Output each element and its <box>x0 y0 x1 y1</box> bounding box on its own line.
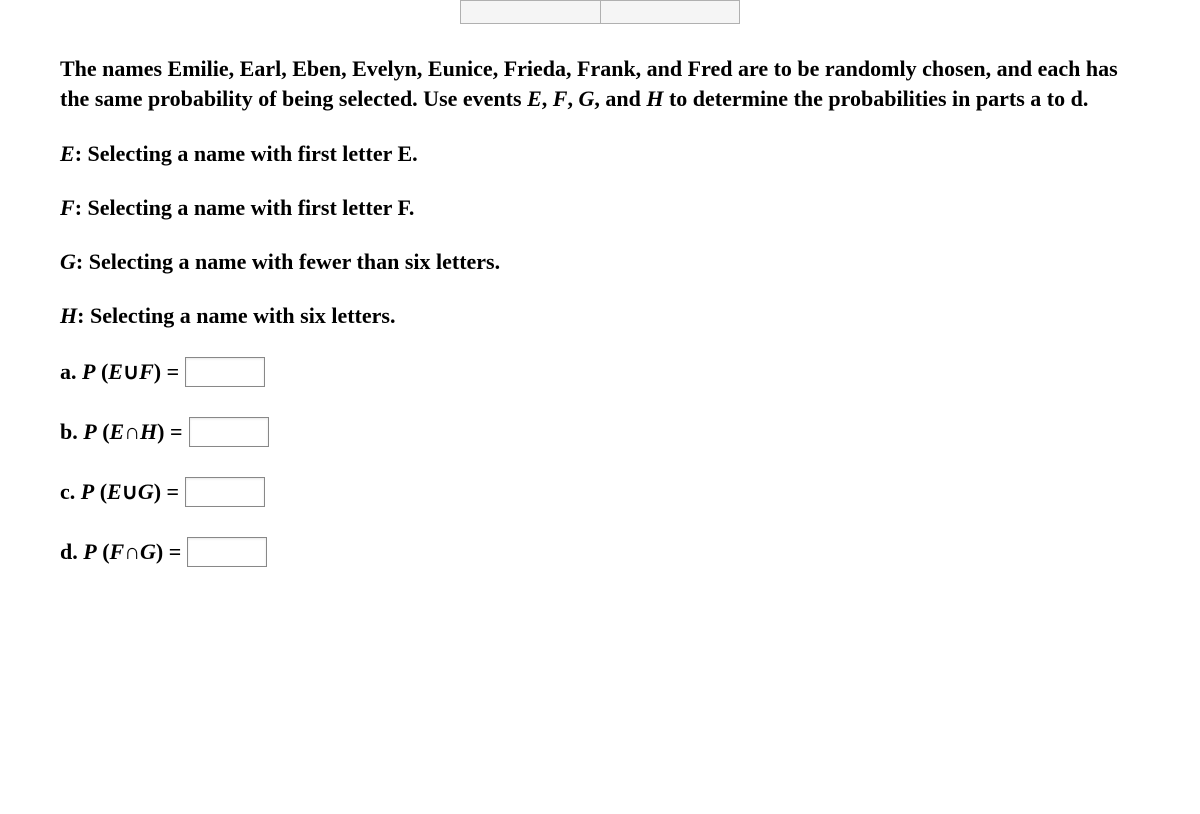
var-E: E <box>527 86 542 111</box>
q-b-prefix: b. <box>60 419 83 444</box>
q-d-v2: G <box>140 539 156 564</box>
q-b-v2: H <box>140 419 157 444</box>
event-G-desc: Selecting a name with fewer than six let… <box>89 249 500 274</box>
event-H-desc: Selecting a name with six letters. <box>90 303 396 328</box>
var-H: H <box>646 86 663 111</box>
q-c-op: ∪ <box>122 479 138 504</box>
question-c-label: c. P (E∪G) = <box>60 479 179 505</box>
q-d-op: ∩ <box>124 539 140 564</box>
event-E-label: E <box>60 141 75 166</box>
problem-intro-2: to determine the probabilities in parts … <box>663 86 1088 111</box>
event-H-label: H <box>60 303 77 328</box>
q-d-open: ( <box>97 539 110 564</box>
question-b-label: b. P (E∩H) = <box>60 419 183 445</box>
sep1: , <box>542 86 553 111</box>
q-d-prefix: d. <box>60 539 83 564</box>
top-input-right[interactable] <box>600 0 740 24</box>
top-input-row <box>0 0 1200 24</box>
q-a-v1: E <box>108 359 123 384</box>
q-b-v1: E <box>110 419 125 444</box>
q-d-P: P <box>83 539 96 564</box>
var-G: G <box>578 86 594 111</box>
q-c-v1: E <box>107 479 122 504</box>
q-c-v2: G <box>138 479 154 504</box>
event-F-colon: : <box>75 195 88 220</box>
event-H-colon: : <box>77 303 90 328</box>
q-b-op: ∩ <box>124 419 140 444</box>
event-F: F: Selecting a name with first letter F. <box>60 195 1140 221</box>
var-F: F <box>553 86 568 111</box>
event-E-colon: : <box>75 141 88 166</box>
event-H: H: Selecting a name with six letters. <box>60 303 1140 329</box>
answer-input-a[interactable] <box>185 357 265 387</box>
q-c-prefix: c. <box>60 479 81 504</box>
question-b: b. P (E∩H) = <box>60 417 1140 447</box>
event-G-label: G <box>60 249 76 274</box>
q-c-close: ) = <box>154 479 179 504</box>
content-area: The names Emilie, Earl, Eben, Evelyn, Eu… <box>0 24 1200 567</box>
question-d-label: d. P (F∩G) = <box>60 539 181 565</box>
answer-input-d[interactable] <box>187 537 267 567</box>
q-d-v1: F <box>110 539 125 564</box>
q-b-open: ( <box>97 419 110 444</box>
q-a-P: P <box>82 359 95 384</box>
question-a: a. P (E∪F) = <box>60 357 1140 387</box>
q-c-P: P <box>81 479 94 504</box>
q-a-close: ) = <box>154 359 179 384</box>
problem-statement: The names Emilie, Earl, Eben, Evelyn, Eu… <box>60 54 1140 113</box>
question-a-label: a. P (E∪F) = <box>60 359 179 385</box>
q-a-open: ( <box>95 359 108 384</box>
event-E-desc: Selecting a name with first letter E. <box>88 141 418 166</box>
q-a-op: ∪ <box>123 359 139 384</box>
event-G-colon: : <box>76 249 89 274</box>
q-c-open: ( <box>94 479 107 504</box>
event-F-label: F <box>60 195 75 220</box>
question-c: c. P (E∪G) = <box>60 477 1140 507</box>
sep3: , and <box>594 86 646 111</box>
sep2: , <box>567 86 578 111</box>
top-input-left[interactable] <box>460 0 600 24</box>
q-a-v2: F <box>139 359 154 384</box>
q-b-close: ) = <box>157 419 182 444</box>
q-b-P: P <box>83 419 96 444</box>
event-G: G: Selecting a name with fewer than six … <box>60 249 1140 275</box>
answer-input-c[interactable] <box>185 477 265 507</box>
event-E: E: Selecting a name with first letter E. <box>60 141 1140 167</box>
q-a-prefix: a. <box>60 359 82 384</box>
event-F-desc: Selecting a name with first letter F. <box>88 195 415 220</box>
question-d: d. P (F∩G) = <box>60 537 1140 567</box>
answer-input-b[interactable] <box>189 417 269 447</box>
q-d-close: ) = <box>156 539 181 564</box>
